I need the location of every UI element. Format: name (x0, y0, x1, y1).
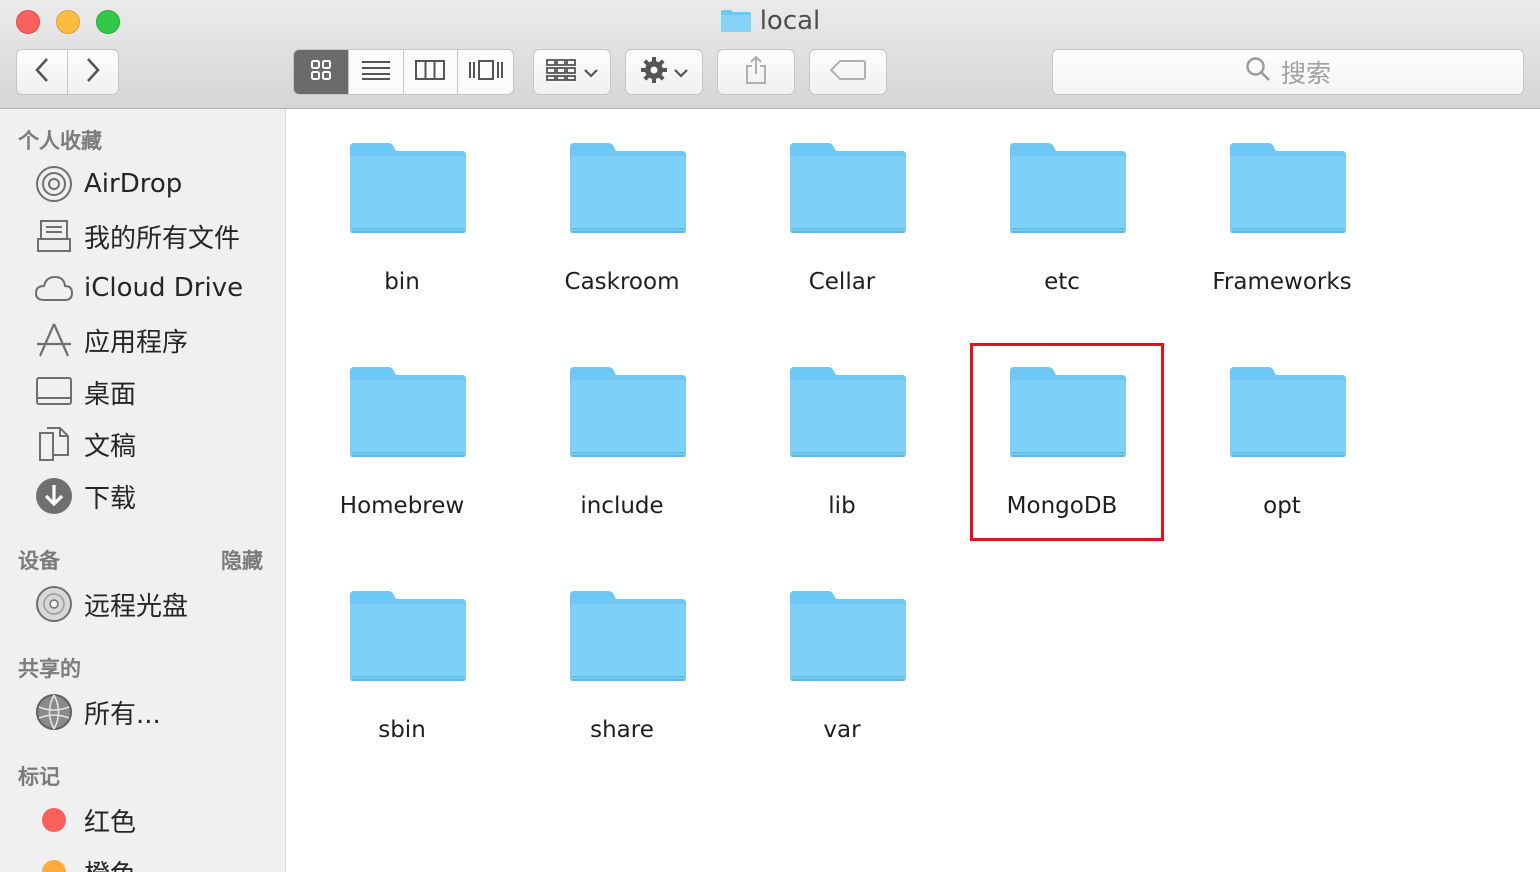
folder-name: var (823, 717, 861, 743)
sidebar-item-label: iCloud Drive (84, 273, 244, 303)
cover-flow-icon (468, 60, 504, 84)
file-browser: bin Caskroom Cellar etc Frameworks Homebrew in… (286, 109, 1540, 872)
sidebar-item-label: 我的所有文件 (84, 223, 241, 254)
cloud-icon (34, 268, 74, 308)
folder-name: Cellar (808, 269, 876, 295)
action-menu-button[interactable] (625, 49, 703, 95)
folder-name: etc (1044, 269, 1080, 295)
folder-name: opt (1263, 493, 1301, 519)
red-tag-dot-icon (34, 800, 74, 840)
folder-item[interactable]: include (512, 333, 732, 533)
selection-highlight-box (970, 343, 1164, 541)
devices-header: 设备 (18, 549, 60, 573)
folder-name: include (580, 493, 664, 519)
folder-item[interactable]: Homebrew (292, 333, 512, 533)
applications-icon (34, 320, 74, 360)
sidebar-item-label: 远程光盘 (84, 591, 189, 622)
folder-name: Frameworks (1212, 269, 1352, 295)
list-icon (361, 60, 391, 84)
sidebar-item-label: 所有... (84, 699, 161, 730)
sidebar-item-label: 桌面 (84, 379, 137, 410)
orange-tag-dot-icon (34, 852, 74, 872)
chevron-left-icon (34, 57, 50, 87)
network-icon (34, 692, 74, 732)
sidebar-item-downloads[interactable]: 下载 (34, 476, 136, 516)
forward-button[interactable] (67, 49, 119, 95)
sidebar-item-label: 橙色 (84, 854, 136, 872)
sidebar-item-label: 下载 (84, 483, 137, 514)
documents-icon (34, 424, 74, 464)
folder-item[interactable]: var (732, 557, 952, 757)
shared-header: 共享的 (18, 657, 81, 681)
sidebar: 个人收藏 AirDrop 我的所有文件 iCloud Drive 应用程序 桌面… (0, 109, 286, 872)
sidebar-item-all-files[interactable]: 我的所有文件 (34, 216, 240, 256)
folder-icon (720, 9, 752, 40)
column-view-button[interactable] (404, 50, 459, 94)
all-files-icon (34, 216, 74, 256)
disc-icon (34, 584, 74, 624)
folder-item[interactable]: bin (292, 109, 512, 309)
view-mode-switcher (293, 49, 514, 95)
folder-item[interactable]: sbin (292, 557, 512, 757)
airdrop-icon (34, 164, 74, 204)
sidebar-item-applications[interactable]: 应用程序 (34, 320, 188, 360)
devices-hide-link[interactable]: 隐藏 (221, 545, 263, 575)
search-field[interactable]: 搜索 (1052, 49, 1524, 95)
window-title-text: local (759, 6, 821, 36)
folder-item[interactable]: opt (1172, 333, 1392, 533)
sidebar-item-tag-red[interactable]: 红色 (34, 800, 136, 840)
toolbar: local 搜索 (0, 0, 1540, 109)
folder-name: lib (828, 493, 856, 519)
sidebar-item-icloud-drive[interactable]: iCloud Drive (34, 268, 243, 308)
sidebar-item-label: 文稿 (84, 431, 137, 462)
chevron-down-icon (674, 63, 688, 82)
list-view-button[interactable] (349, 50, 404, 94)
chevron-right-icon (85, 57, 101, 87)
folder-item[interactable]: share (512, 557, 732, 757)
columns-icon (415, 60, 446, 84)
sidebar-item-label: 应用程序 (84, 327, 189, 358)
folder-name: bin (384, 269, 420, 295)
arrange-button[interactable] (533, 49, 611, 95)
folder-name: Caskroom (564, 269, 680, 295)
folder-name: sbin (378, 717, 426, 743)
folder-item[interactable]: Frameworks (1172, 109, 1392, 309)
sidebar-item-documents[interactable]: 文稿 (34, 424, 136, 464)
icon-view-button[interactable] (294, 50, 349, 94)
folder-name: Homebrew (339, 493, 465, 519)
sidebar-item-label: AirDrop (84, 169, 183, 199)
sidebar-item-label: 红色 (84, 807, 137, 838)
icon-grid-icon (310, 59, 332, 85)
back-button[interactable] (16, 49, 68, 95)
chevron-down-icon (584, 63, 598, 82)
sidebar-item-desktop[interactable]: 桌面 (34, 372, 136, 412)
download-icon (34, 476, 74, 516)
folder-item[interactable]: etc (952, 109, 1172, 309)
desktop-icon (34, 372, 74, 412)
search-placeholder: 搜索 (1280, 59, 1331, 88)
folder-name: share (590, 717, 654, 743)
tags-header: 标记 (18, 765, 60, 789)
cover-flow-button[interactable] (458, 50, 513, 94)
tag-icon (829, 60, 866, 84)
tags-button[interactable] (809, 49, 887, 95)
sidebar-item-airdrop[interactable]: AirDrop (34, 164, 182, 204)
search-icon (1245, 56, 1271, 88)
window-title: local (0, 6, 1540, 40)
folder-item[interactable]: lib (732, 333, 952, 533)
arrange-grid-icon (546, 59, 576, 85)
folder-item[interactable]: Caskroom (512, 109, 732, 309)
favorites-header: 个人收藏 (18, 129, 102, 153)
gear-icon (640, 56, 668, 88)
sidebar-item-remote-disc[interactable]: 远程光盘 (34, 584, 188, 624)
sidebar-item-all-shared[interactable]: 所有... (34, 692, 161, 732)
share-button[interactable] (717, 49, 795, 95)
folder-item[interactable]: Cellar (732, 109, 952, 309)
finder-window: local 搜索 个人收藏 AirDrop 我的所有文件 iCloud Driv… (0, 0, 1540, 872)
sidebar-item-tag-orange[interactable]: 橙色 (34, 852, 136, 872)
share-icon (744, 55, 768, 89)
